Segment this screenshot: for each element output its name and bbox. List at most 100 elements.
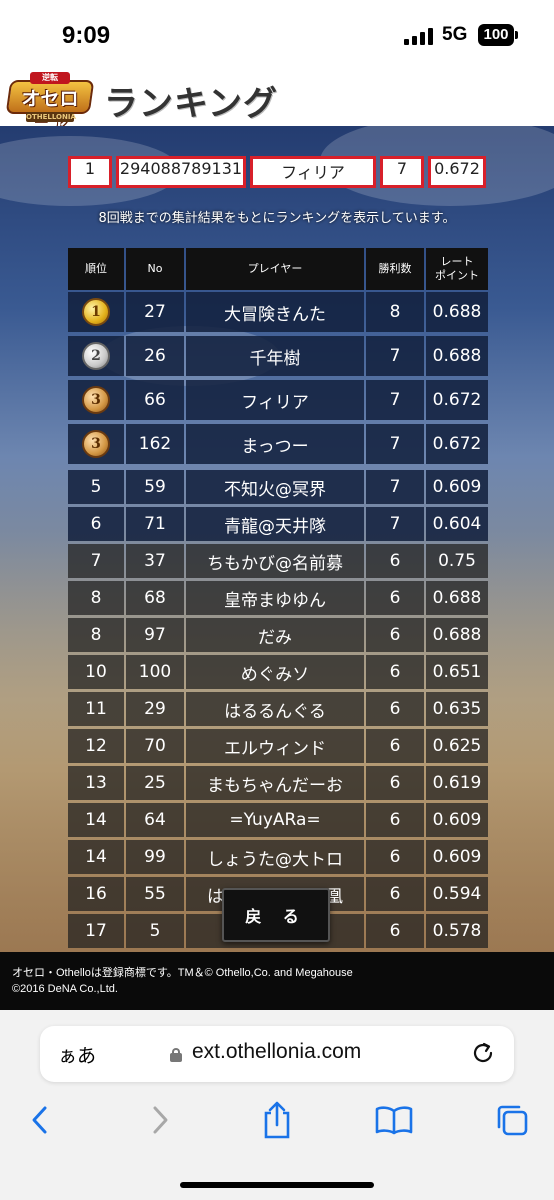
cell-no: 68 — [126, 581, 184, 615]
share-icon[interactable] — [257, 1100, 297, 1140]
cell-player: しょうた@大トロ — [186, 840, 364, 874]
cell-rank: 14 — [68, 840, 124, 874]
cell-rate: 0.672 — [426, 424, 488, 464]
cell-rank: 12 — [68, 729, 124, 763]
chevron-left-icon[interactable] — [20, 1100, 60, 1140]
cell-player: 不知火@冥界 — [186, 470, 364, 504]
my-rate-field: 0.672 — [428, 156, 486, 188]
cell-rate: 0.635 — [426, 692, 488, 726]
address-bar[interactable]: ぁあ ext.othellonia.com — [40, 1026, 514, 1082]
logo-sub-text: OTHELLONIA — [26, 112, 76, 122]
cell-wins: 6 — [366, 581, 424, 615]
cell-wins: 6 — [366, 877, 424, 911]
cell-no: 97 — [126, 618, 184, 652]
cell-rank: 5 — [68, 470, 124, 504]
cell-rank: 1 — [68, 292, 124, 332]
status-bar: 9:09 5G 100 — [0, 0, 554, 70]
chevron-right-icon[interactable] — [140, 1100, 180, 1140]
table-row: 8 97 だみ 6 0.688 — [68, 618, 488, 652]
cell-player: まっつー — [186, 424, 364, 464]
cell-player: 皇帝まゆゆん — [186, 581, 364, 615]
copyright-footer: オセロ・Othelloは登録商標です。TM＆© Othello,Co. and … — [0, 952, 554, 1010]
reload-icon[interactable] — [470, 1040, 496, 1066]
cell-rank: 10 — [68, 655, 124, 689]
cell-rate: 0.578 — [426, 914, 488, 948]
ranking-note: 8回戦までの集計結果をもとにランキングを表示しています。 — [98, 211, 456, 226]
table-header: 順位 No プレイヤー 勝利数 レート ポイント — [68, 248, 488, 290]
cell-player: だみ — [186, 618, 364, 652]
cell-player: はるるんぐる — [186, 692, 364, 726]
cell-wins: 6 — [366, 729, 424, 763]
bronze-medal-icon: 3 — [82, 386, 110, 414]
cell-wins: 6 — [366, 840, 424, 874]
cell-rate: 0.75 — [426, 544, 488, 578]
cell-wins: 7 — [366, 470, 424, 504]
cell-wins: 6 — [366, 692, 424, 726]
cell-rank: 3 — [68, 380, 124, 420]
page-header: 逆転 オセロニア OTHELLONIA ランキング — [0, 70, 554, 137]
header-rank: 順位 — [68, 248, 124, 290]
table-row: 10 100 めぐみソ 6 0.651 — [68, 655, 488, 689]
cell-rank: 7 — [68, 544, 124, 578]
table-row: 3 162 まっつー 7 0.672 — [68, 424, 488, 464]
cell-rank: 13 — [68, 766, 124, 800]
cell-no: 64 — [126, 803, 184, 837]
lock-icon — [170, 1048, 182, 1062]
status-time: 9:09 — [62, 22, 111, 49]
browser-toolbar: ぁあ ext.othellonia.com — [0, 1010, 554, 1200]
cell-no: 37 — [126, 544, 184, 578]
cell-wins: 6 — [366, 803, 424, 837]
table-row: 13 25 まもちゃんだーお 6 0.619 — [68, 766, 488, 800]
cell-no: 26 — [126, 336, 184, 376]
battery-tip — [515, 31, 518, 39]
table-row: 6 71 青龍@天井隊 7 0.604 — [68, 507, 488, 541]
reader-options-button[interactable]: ぁあ — [58, 1041, 96, 1068]
cell-rate: 0.688 — [426, 292, 488, 332]
cell-rate: 0.688 — [426, 336, 488, 376]
cell-rate: 0.688 — [426, 618, 488, 652]
header-rate: レート ポイント — [426, 248, 488, 290]
signal-icon — [404, 28, 434, 45]
header-wins: 勝利数 — [366, 248, 424, 290]
cell-rank: 11 — [68, 692, 124, 726]
cell-no: 27 — [126, 292, 184, 332]
table-row: 14 64 =YuyARa= 6 0.609 — [68, 803, 488, 837]
my-rank-field: 1 — [68, 156, 112, 188]
cell-wins: 6 — [366, 618, 424, 652]
cell-player: ちもかび@名前募 — [186, 544, 364, 578]
battery-icon: 100 — [478, 24, 514, 46]
logo-top-text: 逆転 — [30, 72, 70, 84]
book-icon[interactable] — [374, 1100, 414, 1140]
url-text[interactable]: ext.othellonia.com — [192, 1040, 361, 1064]
cell-player: =YuyARa= — [186, 803, 364, 837]
cell-wins: 8 — [366, 292, 424, 332]
cell-no: 66 — [126, 380, 184, 420]
my-wins-field: 7 — [380, 156, 424, 188]
othellonia-logo[interactable]: 逆転 オセロニア OTHELLONIA — [5, 72, 95, 137]
cell-rate: 0.594 — [426, 877, 488, 911]
my-rank-row: 1 294088789131 フィリア 7 0.672 — [0, 156, 554, 188]
my-player-name-field: フィリア — [250, 156, 376, 188]
cell-rate: 0.625 — [426, 729, 488, 763]
cell-rank: 8 — [68, 581, 124, 615]
table-row: 14 99 しょうた@大トロ 6 0.609 — [68, 840, 488, 874]
cell-rank: 17 — [68, 914, 124, 948]
header-player: プレイヤー — [186, 248, 364, 290]
table-row: 7 37 ちもかび@名前募 6 0.75 — [68, 544, 488, 578]
cell-no: 29 — [126, 692, 184, 726]
cell-no: 70 — [126, 729, 184, 763]
cell-wins: 6 — [366, 914, 424, 948]
cell-wins: 7 — [366, 380, 424, 420]
cell-no: 5 — [126, 914, 184, 948]
header-rate-line1: レート — [440, 255, 474, 268]
table-row: 8 68 皇帝まゆゆん 6 0.688 — [68, 581, 488, 615]
cell-rank: 6 — [68, 507, 124, 541]
cell-rate: 0.609 — [426, 840, 488, 874]
cell-rate: 0.672 — [426, 380, 488, 420]
my-player-id-field: 294088789131 — [116, 156, 246, 188]
cell-rank: 2 — [68, 336, 124, 376]
tabs-icon[interactable] — [492, 1100, 532, 1140]
network-label: 5G — [442, 24, 468, 45]
cell-rank: 14 — [68, 803, 124, 837]
back-button[interactable]: 戻 る — [222, 888, 330, 942]
